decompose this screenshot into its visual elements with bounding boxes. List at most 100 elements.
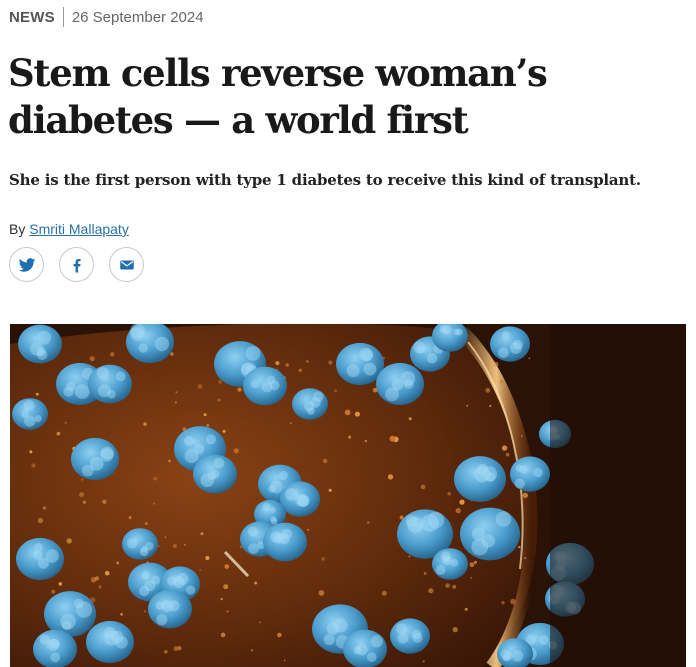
- cluster-texture: [155, 601, 165, 610]
- particle: [285, 363, 289, 367]
- cluster-texture: [411, 629, 422, 640]
- cluster-texture: [498, 347, 509, 358]
- cluster-texture: [278, 470, 288, 481]
- cluster-texture: [361, 349, 373, 361]
- cluster-texture: [353, 645, 362, 655]
- twitter-icon: [18, 257, 35, 272]
- cluster-texture: [262, 502, 271, 512]
- particle: [328, 488, 332, 492]
- cluster-texture: [346, 364, 360, 378]
- particle: [428, 588, 434, 594]
- cluster-texture: [313, 391, 324, 402]
- cluster-texture: [156, 614, 168, 626]
- particle: [505, 452, 510, 457]
- cluster-texture: [441, 551, 451, 562]
- particle: [344, 409, 351, 416]
- cluster-texture: [250, 380, 259, 389]
- particle: [528, 357, 531, 360]
- particle: [116, 561, 120, 565]
- particle: [321, 557, 326, 561]
- particle: [501, 445, 508, 451]
- particle: [334, 389, 337, 393]
- article-type-label: NEWS: [9, 8, 55, 26]
- particle: [485, 387, 491, 393]
- particle: [289, 422, 292, 425]
- cluster-texture: [397, 632, 409, 644]
- cluster-texture: [405, 515, 418, 527]
- cluster-texture: [512, 650, 524, 662]
- particle: [423, 572, 427, 575]
- particle: [275, 361, 280, 366]
- cluster-texture: [403, 379, 414, 389]
- particle: [128, 516, 132, 520]
- particle: [445, 583, 450, 588]
- particle: [283, 659, 286, 662]
- particle: [224, 564, 230, 569]
- author-link[interactable]: Smriti Mallapaty: [29, 221, 129, 237]
- meta-divider: [62, 7, 64, 27]
- cluster-texture: [144, 580, 156, 592]
- cluster-texture: [391, 379, 404, 391]
- particle: [66, 538, 72, 544]
- cluster-texture: [247, 526, 258, 537]
- cluster-texture: [515, 464, 523, 472]
- particle: [389, 435, 396, 442]
- particle: [89, 356, 95, 362]
- cluster-texture: [183, 435, 194, 446]
- particle: [322, 458, 328, 464]
- share-facebook-button[interactable]: [59, 247, 94, 282]
- particle: [364, 439, 368, 443]
- cluster-texture: [100, 448, 114, 462]
- hero-image: [10, 324, 686, 667]
- cluster-texture: [248, 543, 259, 554]
- cluster-texture: [213, 457, 225, 469]
- particle: [31, 463, 36, 468]
- particle: [220, 597, 223, 601]
- share-email-button[interactable]: [109, 247, 144, 282]
- share-twitter-button[interactable]: [9, 247, 44, 282]
- cluster-texture: [127, 538, 138, 549]
- cluster-texture: [130, 327, 145, 341]
- particle: [455, 508, 461, 514]
- cluster-texture: [154, 336, 170, 352]
- article-title: Stem cells reverse woman’s diabetes — a …: [8, 51, 548, 142]
- particle: [56, 431, 61, 436]
- particle: [172, 544, 177, 548]
- particle: [473, 560, 477, 564]
- cluster-texture: [502, 654, 510, 662]
- particle: [200, 532, 204, 536]
- particle: [64, 421, 67, 424]
- particle: [517, 545, 521, 549]
- cluster-texture: [363, 362, 377, 376]
- particle: [226, 610, 229, 613]
- particle: [143, 422, 147, 426]
- hero-micrograph: [10, 324, 686, 667]
- cluster-texture: [495, 511, 512, 527]
- cluster-texture: [36, 349, 48, 361]
- cluster-texture: [367, 652, 377, 662]
- cluster-texture: [273, 533, 285, 544]
- cluster-texture: [510, 342, 522, 354]
- particle: [522, 492, 528, 499]
- cluster-texture: [481, 534, 495, 548]
- cluster-texture: [107, 389, 116, 399]
- cluster-texture: [395, 623, 407, 635]
- particle: [422, 660, 425, 663]
- cluster-texture: [168, 600, 180, 612]
- cluster-texture: [426, 353, 438, 364]
- particle: [168, 459, 171, 463]
- cluster-texture: [370, 635, 383, 648]
- particle: [58, 582, 63, 586]
- cluster-texture: [115, 371, 126, 382]
- particle: [493, 361, 499, 368]
- particle: [387, 474, 394, 480]
- cluster-texture: [245, 346, 261, 361]
- particle: [466, 405, 469, 407]
- cluster-texture: [104, 627, 116, 639]
- particle: [144, 522, 148, 526]
- particle: [520, 435, 523, 437]
- particle: [277, 632, 282, 638]
- particle: [307, 528, 310, 531]
- particle: [164, 650, 168, 654]
- cluster-texture: [96, 367, 109, 380]
